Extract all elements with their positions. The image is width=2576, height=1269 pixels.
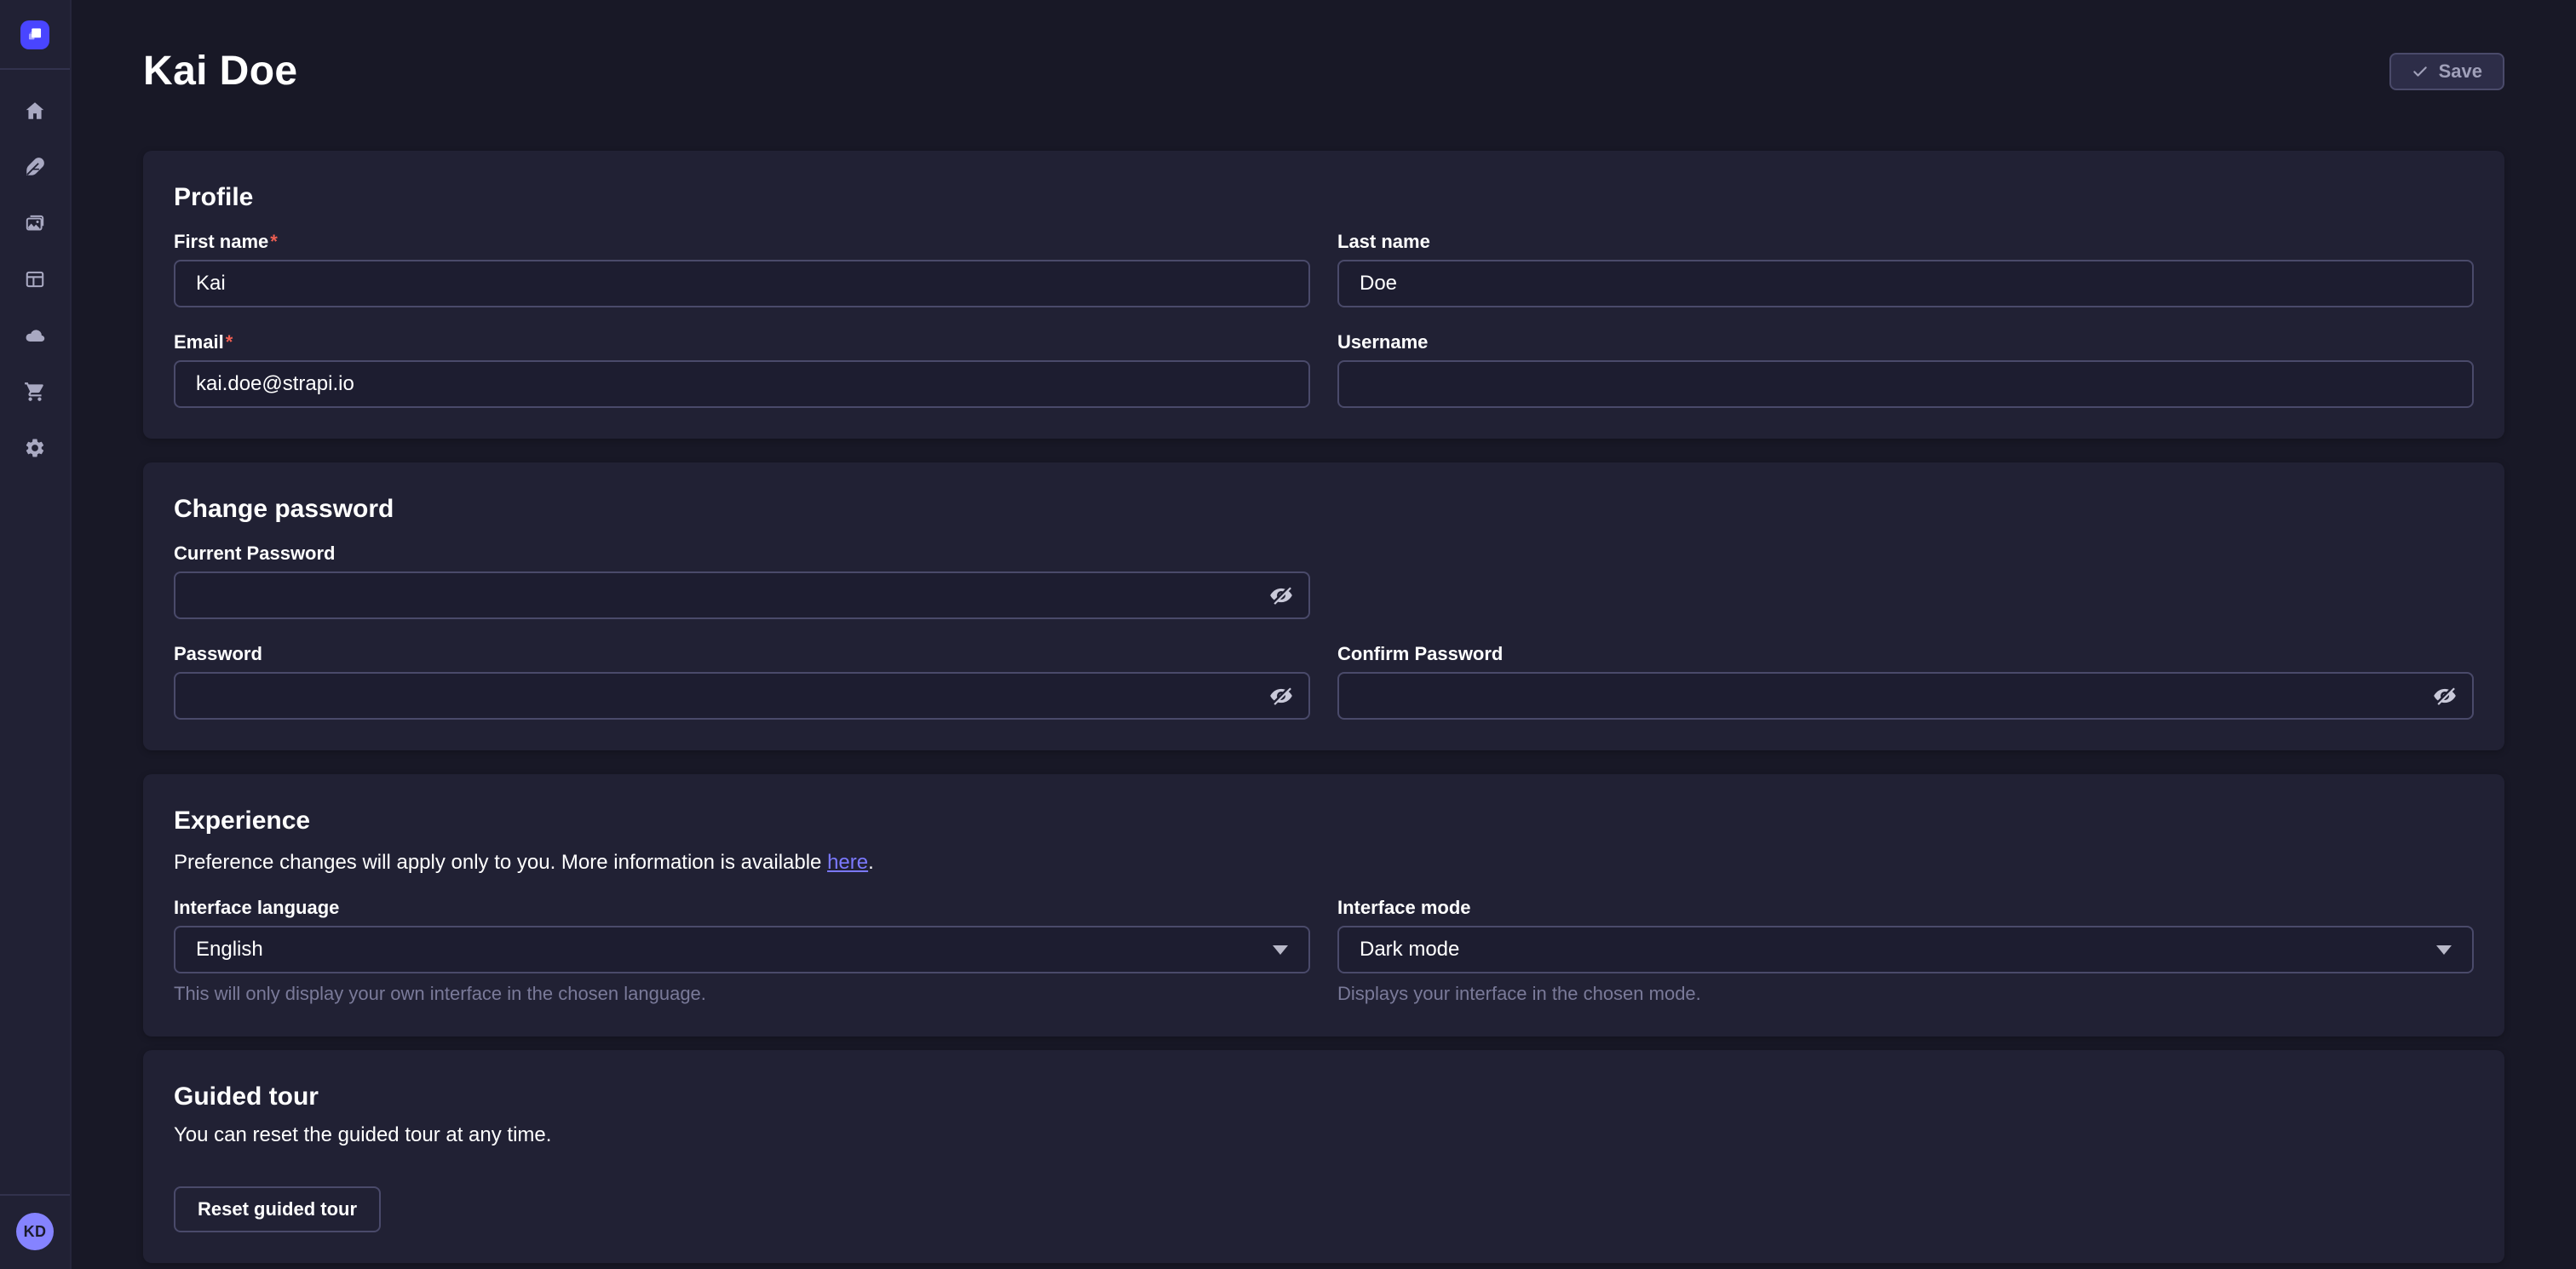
sidebar-nav (16, 70, 54, 1194)
interface-mode-field-group: Interface mode Dark mode Displays your i… (1337, 897, 2474, 1006)
save-button[interactable]: Save (2389, 53, 2504, 90)
last-name-input[interactable] (1337, 260, 2474, 307)
interface-language-hint: This will only display your own interfac… (174, 982, 1310, 1006)
confirm-password-input-wrap (1337, 672, 2474, 720)
page-title: Kai Doe (143, 48, 298, 95)
experience-heading: Experience (174, 805, 2474, 837)
password-input[interactable] (174, 672, 1310, 720)
sidebar-item-media-library[interactable] (16, 204, 54, 242)
password-label: Password (174, 643, 1310, 665)
strapi-admin-app: KD Kai Doe Save Profile First name* (0, 0, 2576, 1269)
chevron-down-icon (1273, 945, 1288, 955)
cloud-icon (24, 324, 46, 347)
interface-mode-hint: Displays your interface in the chosen mo… (1337, 982, 2474, 1006)
cart-icon (24, 381, 46, 403)
confirm-password-input[interactable] (1337, 672, 2474, 720)
profile-form: First name* Last name Email* Username (174, 231, 2474, 408)
first-name-field-group: First name* (174, 231, 1310, 307)
change-password-card: Change password Current Password (143, 462, 2504, 750)
required-marker: * (270, 231, 278, 252)
main-navigation-sidebar: KD (0, 0, 72, 1269)
confirm-password-label: Confirm Password (1337, 643, 2474, 665)
home-icon (24, 100, 46, 122)
interface-mode-label: Interface mode (1337, 897, 2474, 919)
sidebar-item-content-type-builder[interactable] (16, 261, 54, 298)
interface-language-select[interactable]: English (174, 926, 1310, 973)
current-password-input-wrap (174, 571, 1310, 619)
more-information-link[interactable]: here (827, 851, 868, 874)
feather-icon (24, 156, 46, 178)
current-password-field-group: Current Password (174, 543, 1310, 619)
reset-guided-tour-button[interactable]: Reset guided tour (174, 1186, 381, 1232)
settings-cards: Profile First name* Last name Email* (143, 151, 2504, 1263)
page-header: Kai Doe Save (143, 48, 2504, 95)
interface-language-label: Interface language (174, 897, 1310, 919)
check-icon (2412, 63, 2429, 80)
experience-form: Interface language English This will onl… (174, 897, 2474, 1006)
password-input-wrap (174, 672, 1310, 720)
profile-heading: Profile (174, 181, 2474, 214)
sidebar-item-deploy[interactable] (16, 317, 54, 354)
email-label: Email* (174, 331, 1310, 353)
interface-mode-select[interactable]: Dark mode (1337, 926, 2474, 973)
strapi-logo[interactable] (20, 20, 49, 49)
toggle-current-password-visibility-button[interactable] (1268, 582, 1295, 609)
layout-icon (24, 268, 46, 290)
gear-icon (24, 437, 46, 459)
eye-off-icon (2433, 684, 2457, 708)
current-password-input[interactable] (174, 571, 1310, 619)
images-icon (24, 212, 46, 234)
interface-mode-value: Dark mode (1360, 938, 1459, 962)
guided-tour-description: You can reset the guided tour at any tim… (174, 1122, 2474, 1149)
sidebar-item-marketplace[interactable] (16, 373, 54, 411)
save-button-label: Save (2439, 60, 2482, 83)
toggle-password-visibility-button[interactable] (1268, 682, 1295, 709)
current-password-label: Current Password (174, 543, 1310, 565)
chevron-down-icon (2436, 945, 2452, 955)
username-input[interactable] (1337, 360, 2474, 408)
sidebar-footer: KD (0, 1194, 70, 1269)
sidebar-item-home[interactable] (16, 92, 54, 129)
interface-language-value: English (196, 938, 263, 962)
interface-language-field-group: Interface language English This will onl… (174, 897, 1310, 1006)
password-field-group: Password (174, 643, 1310, 720)
user-avatar[interactable]: KD (16, 1213, 54, 1250)
last-name-field-group: Last name (1337, 231, 2474, 307)
guided-tour-card: Guided tour You can reset the guided tou… (143, 1050, 2504, 1263)
sidebar-item-content-manager[interactable] (16, 148, 54, 186)
first-name-input[interactable] (174, 260, 1310, 307)
strapi-logo-icon (24, 24, 46, 46)
email-input[interactable] (174, 360, 1310, 408)
profile-card: Profile First name* Last name Email* (143, 151, 2504, 439)
required-marker: * (226, 331, 233, 353)
guided-tour-heading: Guided tour (174, 1081, 2474, 1113)
eye-off-icon (1269, 684, 1293, 708)
toggle-confirm-password-visibility-button[interactable] (2431, 682, 2458, 709)
change-password-heading: Change password (174, 493, 2474, 525)
last-name-label: Last name (1337, 231, 2474, 253)
email-field-group: Email* (174, 331, 1310, 408)
confirm-password-field-group: Confirm Password (1337, 643, 2474, 720)
first-name-label: First name* (174, 231, 1310, 253)
main-content: Kai Doe Save Profile First name* Las (72, 0, 2576, 1269)
eye-off-icon (1269, 583, 1293, 607)
username-label: Username (1337, 331, 2474, 353)
username-field-group: Username (1337, 331, 2474, 408)
change-password-form: Current Password (174, 543, 2474, 720)
empty-grid-cell (1337, 543, 2474, 619)
sidebar-item-settings[interactable] (16, 429, 54, 467)
experience-description: Preference changes will apply only to yo… (174, 849, 2474, 876)
experience-card: Experience Preference changes will apply… (143, 774, 2504, 1036)
